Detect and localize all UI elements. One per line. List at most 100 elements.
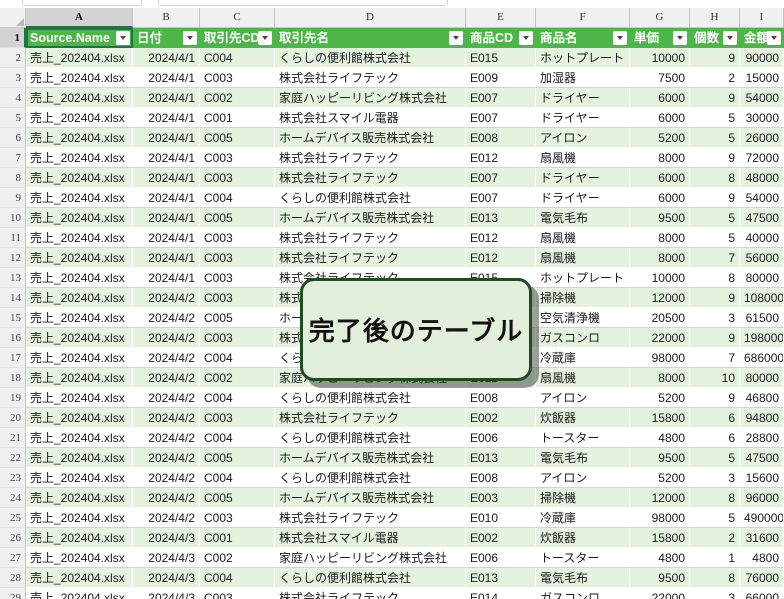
cell-item-cd[interactable]: E009 bbox=[466, 68, 536, 88]
cell-item-name[interactable]: 扇風機 bbox=[536, 248, 630, 268]
cell-source-name[interactable]: 売上_202404.xlsx bbox=[26, 68, 133, 88]
cell-customer-cd[interactable]: C003 bbox=[200, 288, 275, 308]
cell-date[interactable]: 2024/4/2 bbox=[133, 448, 200, 468]
cell-customer-cd[interactable]: C005 bbox=[200, 308, 275, 328]
cell-item-name[interactable]: 加湿器 bbox=[536, 68, 630, 88]
cell-customer-cd[interactable]: C004 bbox=[200, 568, 275, 588]
cell-customer-name[interactable]: 株式会社ライフテック bbox=[275, 408, 466, 428]
cell-item-cd[interactable]: E014 bbox=[466, 588, 536, 599]
cell-customer-name[interactable]: くらしの便利館株式会社 bbox=[275, 188, 466, 208]
cell-unit-price[interactable]: 12000 bbox=[630, 288, 690, 308]
select-all-corner[interactable] bbox=[0, 8, 26, 28]
cell-amount[interactable]: 48000 bbox=[740, 168, 784, 188]
column-header-i[interactable]: I bbox=[740, 8, 784, 28]
cell-quantity[interactable]: 3 bbox=[690, 468, 740, 488]
cell-item-name[interactable]: アイロン bbox=[536, 388, 630, 408]
cell-quantity[interactable]: 9 bbox=[690, 148, 740, 168]
cell-customer-cd[interactable]: C005 bbox=[200, 128, 275, 148]
column-title-item-cd[interactable]: 商品CD bbox=[466, 28, 536, 48]
cell-source-name[interactable]: 売上_202404.xlsx bbox=[26, 408, 133, 428]
cell-amount[interactable]: 96000 bbox=[740, 488, 784, 508]
cell-amount[interactable]: 108000 bbox=[740, 288, 784, 308]
cell-customer-cd[interactable]: C003 bbox=[200, 408, 275, 428]
row-header-9[interactable]: 9 bbox=[0, 188, 26, 208]
row-header-21[interactable]: 21 bbox=[0, 428, 26, 448]
cell-date[interactable]: 2024/4/1 bbox=[133, 168, 200, 188]
cell-source-name[interactable]: 売上_202404.xlsx bbox=[26, 268, 133, 288]
filter-dropdown-icon[interactable] bbox=[519, 31, 533, 45]
column-title-unit-price[interactable]: 単価 bbox=[630, 28, 690, 48]
cell-item-name[interactable]: ガスコンロ bbox=[536, 588, 630, 599]
cell-unit-price[interactable]: 8000 bbox=[630, 148, 690, 168]
column-header-h[interactable]: H bbox=[690, 8, 740, 28]
cell-quantity[interactable]: 5 bbox=[690, 128, 740, 148]
table-row[interactable]: 8 売上_202404.xlsx 2024/4/1 C003 株式会社ライフテック E00… bbox=[0, 168, 784, 188]
cell-date[interactable]: 2024/4/3 bbox=[133, 528, 200, 548]
cell-source-name[interactable]: 売上_202404.xlsx bbox=[26, 88, 133, 108]
cell-customer-name[interactable]: くらしの便利館株式会社 bbox=[275, 48, 466, 68]
row-header-26[interactable]: 26 bbox=[0, 528, 26, 548]
table-row[interactable]: 21 売上_202404.xlsx 2024/4/2 C004 くらしの便利館株式会社 E… bbox=[0, 428, 784, 448]
column-title-customer-cd[interactable]: 取引先CD bbox=[200, 28, 275, 48]
table-row[interactable]: 5 売上_202404.xlsx 2024/4/1 C001 株式会社スマイル電器 E00… bbox=[0, 108, 784, 128]
cell-source-name[interactable]: 売上_202404.xlsx bbox=[26, 288, 133, 308]
cell-item-name[interactable]: 扇風機 bbox=[536, 148, 630, 168]
cell-amount[interactable]: 4800 bbox=[740, 548, 784, 568]
cell-quantity[interactable]: 1 bbox=[690, 548, 740, 568]
cell-unit-price[interactable]: 8000 bbox=[630, 248, 690, 268]
column-header-f[interactable]: F bbox=[536, 8, 630, 28]
cell-source-name[interactable]: 売上_202404.xlsx bbox=[26, 528, 133, 548]
table-row[interactable]: 10 売上_202404.xlsx 2024/4/1 C005 ホームデバイス販売株式会… bbox=[0, 208, 784, 228]
cell-source-name[interactable]: 売上_202404.xlsx bbox=[26, 488, 133, 508]
formula-input[interactable] bbox=[158, 0, 448, 6]
cell-source-name[interactable]: 売上_202404.xlsx bbox=[26, 108, 133, 128]
cell-item-cd[interactable]: E008 bbox=[466, 128, 536, 148]
cell-unit-price[interactable]: 10000 bbox=[630, 48, 690, 68]
cell-date[interactable]: 2024/4/2 bbox=[133, 288, 200, 308]
cell-customer-name[interactable]: 株式会社ライフテック bbox=[275, 228, 466, 248]
cell-source-name[interactable]: 売上_202404.xlsx bbox=[26, 148, 133, 168]
cell-item-name[interactable]: 扇風機 bbox=[536, 368, 630, 388]
cell-date[interactable]: 2024/4/1 bbox=[133, 148, 200, 168]
cell-quantity[interactable]: 8 bbox=[690, 168, 740, 188]
filter-dropdown-icon[interactable] bbox=[183, 31, 197, 45]
cell-quantity[interactable]: 9 bbox=[690, 188, 740, 208]
cell-item-cd[interactable]: E007 bbox=[466, 108, 536, 128]
cell-amount[interactable]: 80000 bbox=[740, 368, 784, 388]
cell-item-name[interactable]: ドライヤー bbox=[536, 188, 630, 208]
table-row[interactable]: 2 売上_202404.xlsx 2024/4/1 C004 くらしの便利館株式会社 E0… bbox=[0, 48, 784, 68]
cell-customer-name[interactable]: 家庭ハッピーリビング株式会社 bbox=[275, 88, 466, 108]
cell-source-name[interactable]: 売上_202404.xlsx bbox=[26, 548, 133, 568]
cell-quantity[interactable]: 5 bbox=[690, 508, 740, 528]
cell-source-name[interactable]: 売上_202404.xlsx bbox=[26, 588, 133, 599]
cell-customer-cd[interactable]: C002 bbox=[200, 88, 275, 108]
column-header-d[interactable]: D bbox=[275, 8, 466, 28]
cell-amount[interactable]: 26000 bbox=[740, 128, 784, 148]
cell-date[interactable]: 2024/4/1 bbox=[133, 68, 200, 88]
cell-unit-price[interactable]: 5200 bbox=[630, 468, 690, 488]
cell-item-name[interactable]: ガスコンロ bbox=[536, 328, 630, 348]
cell-customer-cd[interactable]: C004 bbox=[200, 388, 275, 408]
cell-customer-cd[interactable]: C003 bbox=[200, 68, 275, 88]
cell-unit-price[interactable]: 7500 bbox=[630, 68, 690, 88]
row-header-16[interactable]: 16 bbox=[0, 328, 26, 348]
cell-quantity[interactable]: 3 bbox=[690, 308, 740, 328]
row-header-6[interactable]: 6 bbox=[0, 128, 26, 148]
cell-item-cd[interactable]: E015 bbox=[466, 48, 536, 68]
column-title-amount[interactable]: 金額 bbox=[740, 28, 784, 48]
cell-amount[interactable]: 15600 bbox=[740, 468, 784, 488]
cell-item-cd[interactable]: E013 bbox=[466, 448, 536, 468]
cell-item-name[interactable]: ホットプレート bbox=[536, 268, 630, 288]
cell-item-cd[interactable]: E008 bbox=[466, 388, 536, 408]
row-header-5[interactable]: 5 bbox=[0, 108, 26, 128]
cell-unit-price[interactable]: 9500 bbox=[630, 448, 690, 468]
cell-customer-name[interactable]: 株式会社ライフテック bbox=[275, 148, 466, 168]
cell-item-name[interactable]: 空気清浄機 bbox=[536, 308, 630, 328]
cell-item-name[interactable]: アイロン bbox=[536, 468, 630, 488]
name-box[interactable] bbox=[22, 0, 142, 6]
cell-source-name[interactable]: 売上_202404.xlsx bbox=[26, 328, 133, 348]
cell-customer-name[interactable]: 株式会社ライフテック bbox=[275, 588, 466, 599]
column-title-source-name[interactable]: Source.Name bbox=[26, 28, 133, 48]
cell-quantity[interactable]: 7 bbox=[690, 248, 740, 268]
cell-item-name[interactable]: 冷蔵庫 bbox=[536, 348, 630, 368]
